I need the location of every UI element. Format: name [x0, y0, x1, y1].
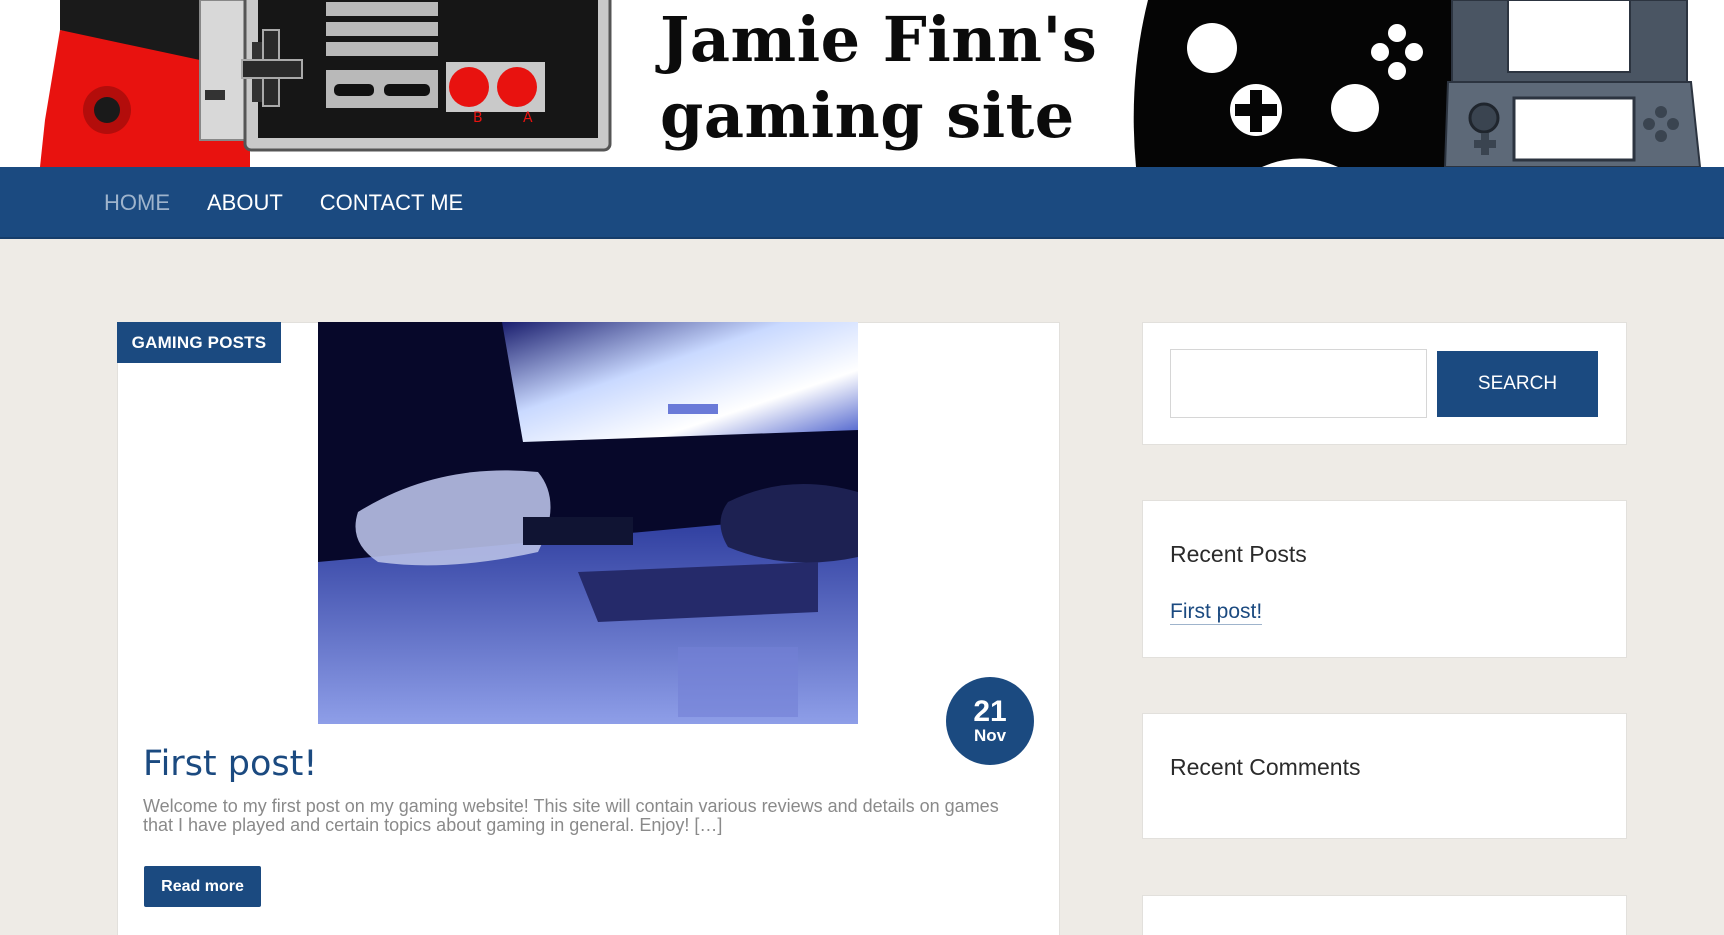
post-date-badge: 21 Nov	[946, 677, 1034, 765]
recent-comments-title: Recent Comments	[1170, 754, 1361, 780]
category-badge[interactable]: GAMING POSTS	[117, 322, 281, 363]
read-more-button[interactable]: Read more	[144, 866, 261, 907]
gaming-setup-image	[318, 322, 858, 724]
handheld-console-icon	[1443, 0, 1702, 167]
recent-posts-widget	[1142, 500, 1627, 658]
nav-item-home[interactable]: HOME	[104, 190, 170, 215]
site-title: Jamie Finn's gaming site	[660, 2, 1140, 154]
nav-item-about[interactable]: ABOUT	[207, 190, 283, 215]
post-date-day: 21	[973, 695, 1007, 728]
post-excerpt: Welcome to my first post on my gaming we…	[143, 796, 999, 835]
svg-text:A: A	[523, 110, 533, 126]
recent-post-link[interactable]: First post!	[1170, 600, 1263, 625]
nes-controller-icon: B A	[241, 0, 612, 152]
svg-text:B: B	[473, 110, 483, 126]
post-date-month: Nov	[973, 726, 1007, 745]
search-input[interactable]	[1170, 349, 1427, 418]
post-featured-image[interactable]	[318, 322, 858, 724]
site-title-line1: Jamie Finn's	[660, 3, 1098, 76]
nav-item-contact[interactable]: CONTACT ME	[320, 190, 463, 215]
main-nav: HOME ABOUT CONTACT ME	[0, 167, 1724, 239]
site-title-line2: gaming site	[660, 79, 1075, 152]
sidebar-widget-partial	[1142, 895, 1627, 935]
post-title[interactable]: First post!	[143, 744, 317, 784]
header-banner: B A Jamie Finn's gaming site	[0, 0, 1724, 167]
recent-posts-title: Recent Posts	[1170, 541, 1307, 567]
gamepad-icon	[1133, 0, 1460, 167]
red-console-icon	[40, 0, 251, 167]
search-button[interactable]: SEARCH	[1437, 351, 1598, 417]
